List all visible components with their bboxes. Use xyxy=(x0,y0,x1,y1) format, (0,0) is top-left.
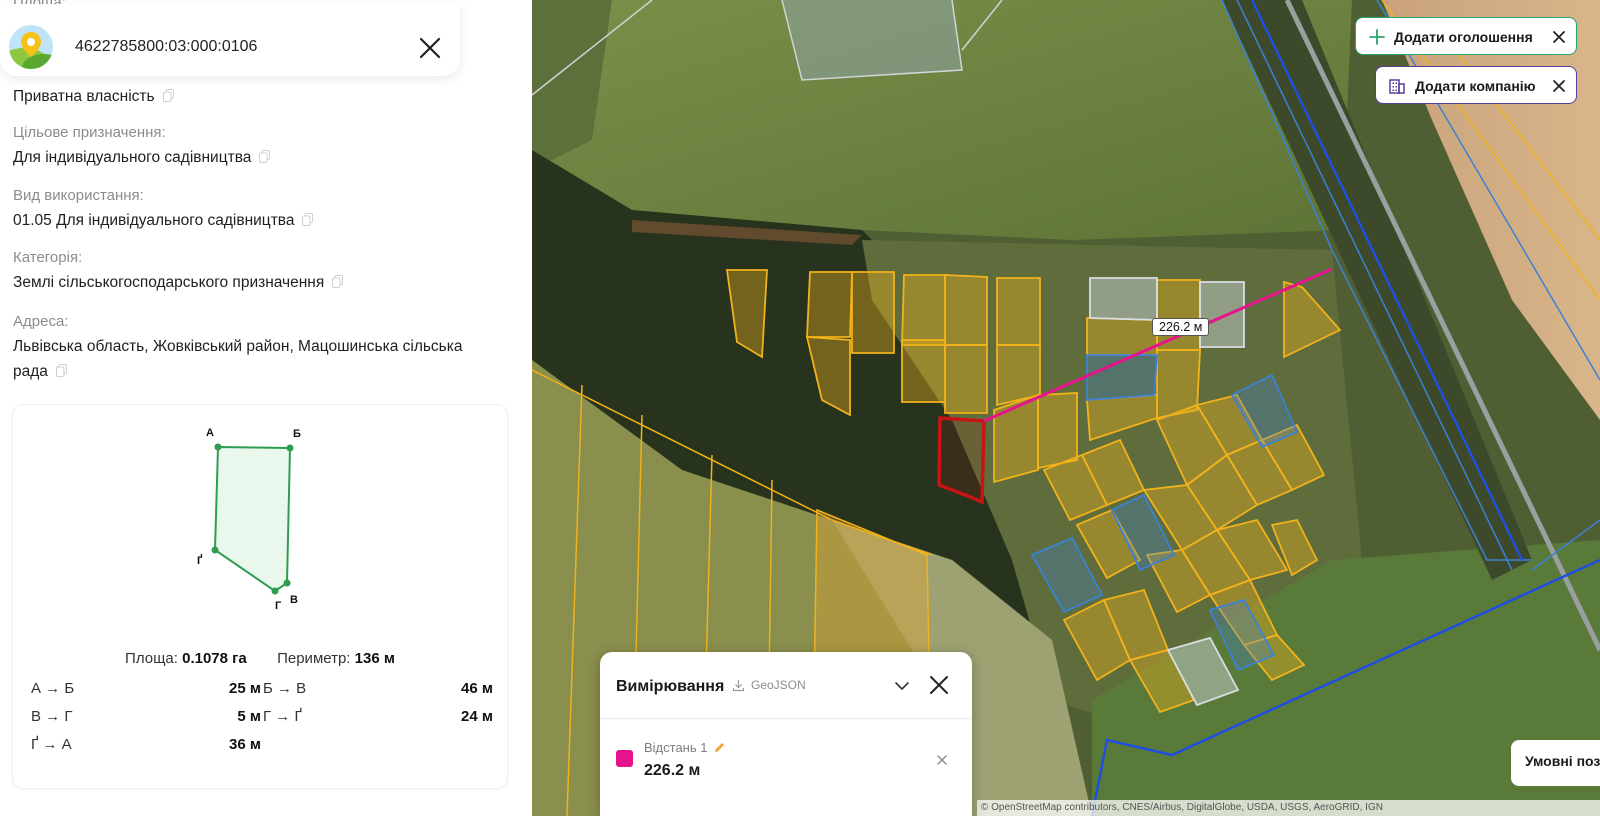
pencil-icon[interactable] xyxy=(713,741,726,754)
edge-row: В → Г 5 м xyxy=(31,708,261,725)
address-field: Адреса: Львівська область, Жовківський р… xyxy=(13,313,463,384)
purpose-field: Цільове призначення: Для індивідуального… xyxy=(13,124,271,170)
edge-label: В → Г xyxy=(31,708,73,725)
vertex-dot xyxy=(283,579,291,587)
add-listing-label: Додати оголошення xyxy=(1394,29,1533,45)
ownership-value: Приватна власність xyxy=(13,88,155,105)
legend-button[interactable]: Умовні поз xyxy=(1511,740,1600,786)
vertex-dot xyxy=(286,444,294,452)
vertex-dot xyxy=(271,587,279,595)
copy-icon[interactable] xyxy=(332,275,344,288)
area-label: Площа: xyxy=(125,650,178,667)
chevron-down-icon[interactable] xyxy=(892,678,912,694)
selected-parcel[interactable] xyxy=(937,416,986,505)
building-icon xyxy=(1389,79,1405,94)
copy-icon[interactable] xyxy=(302,213,314,226)
measurement-item-value: 226.2 м xyxy=(644,762,701,779)
map-pin-logo-icon xyxy=(9,25,53,69)
perimeter-label: Периметр: xyxy=(277,650,351,667)
purpose-label: Цільове призначення: xyxy=(13,124,166,141)
parcel-header-card: 4622785800:03:000:0106 xyxy=(0,4,460,76)
vertex-label-b: Б xyxy=(293,428,301,440)
measurement-title: Вимірювання xyxy=(616,678,725,695)
edge-label: Б → В xyxy=(263,680,307,697)
close-icon[interactable] xyxy=(1552,30,1566,44)
vertex-dot xyxy=(211,546,219,554)
category-value: Землі сільськогосподарського призначення xyxy=(13,274,325,291)
edge-row: Г → Ґ 24 м xyxy=(263,708,493,725)
satellite-map[interactable]: 226.2 м Додати оголошення Додати компані… xyxy=(532,0,1600,816)
distance-badge: 226.2 м xyxy=(1152,318,1210,336)
plus-icon xyxy=(1369,29,1385,45)
copy-icon[interactable] xyxy=(162,89,174,102)
geojson-download-link[interactable]: GeoJSON xyxy=(732,678,806,692)
address-line-2: рада xyxy=(13,363,48,380)
parcel-polygon xyxy=(213,445,292,593)
vertex-dot xyxy=(214,443,222,451)
add-company-label: Додати компанію xyxy=(1415,78,1536,94)
parcel-info-panel: Площа: Приватна власність Цільове призна… xyxy=(0,0,532,816)
edge-value: 5 м xyxy=(237,708,261,725)
edge-value: 36 м xyxy=(229,736,261,753)
address-label: Адреса: xyxy=(13,313,69,330)
edge-label: Ґ → А xyxy=(31,736,72,753)
copy-icon[interactable] xyxy=(55,364,67,377)
map-attribution: © OpenStreetMap contributors, CNES/Airbu… xyxy=(977,800,1600,816)
measurement-panel: Вимірювання GeoJSON Відстань 1 226.2 м xyxy=(600,652,972,816)
close-icon[interactable] xyxy=(416,34,444,62)
edge-row: А → Б 25 м xyxy=(31,680,261,697)
perimeter-value: 136 м xyxy=(354,650,395,667)
parcel-shape-card: А Б В Г Ґ Площа: 0.1078 га Периметр: 136… xyxy=(13,405,507,788)
address-line-1: Львівська область, Жовківський район, Ма… xyxy=(13,338,463,355)
terrain xyxy=(782,0,962,80)
remove-icon[interactable] xyxy=(936,754,948,766)
parcel-shape-diagram: А Б В Г Ґ xyxy=(197,427,301,612)
edge-value: 24 м xyxy=(461,708,493,725)
close-icon[interactable] xyxy=(1552,79,1566,93)
measurement-item-label: Відстань 1 xyxy=(644,740,708,755)
cadastral-number: 4622785800:03:000:0106 xyxy=(75,38,258,55)
geojson-label: GeoJSON xyxy=(751,678,806,692)
divider xyxy=(600,718,972,719)
close-icon[interactable] xyxy=(928,674,950,696)
category-field: Категорія: Землі сільськогосподарського … xyxy=(13,249,344,295)
edge-row: Б → В 46 м xyxy=(263,680,493,697)
vertex-label-h: Г xyxy=(275,600,282,612)
purpose-value: Для індивідуального садівництва xyxy=(13,149,252,166)
edge-label: Г → Ґ xyxy=(263,708,302,725)
usage-field: Вид використання: 01.05 Для індивідуальн… xyxy=(13,187,314,233)
vertex-label-v: В xyxy=(290,594,298,606)
edge-value: 46 м xyxy=(461,680,493,697)
category-label: Категорія: xyxy=(13,249,83,266)
usage-label: Вид використання: xyxy=(13,187,144,204)
add-company-button[interactable]: Додати компанію xyxy=(1375,66,1577,104)
edge-label: А → Б xyxy=(31,680,75,697)
vertex-label-g: Ґ xyxy=(197,554,203,567)
vertex-label-a: А xyxy=(206,427,214,439)
download-icon xyxy=(732,679,745,691)
usage-value: 01.05 Для індивідуального садівництва xyxy=(13,212,295,229)
measure-color-swatch xyxy=(616,750,633,767)
ownership-field: Приватна власність xyxy=(13,84,174,109)
edge-value: 25 м xyxy=(229,680,261,697)
edge-row: Ґ → А 36 м xyxy=(31,736,261,753)
add-listing-button[interactable]: Додати оголошення xyxy=(1355,17,1577,55)
copy-icon[interactable] xyxy=(259,150,271,163)
area-value: 0.1078 га xyxy=(182,650,247,667)
measurement-item-name: Відстань 1 xyxy=(644,740,726,755)
shape-stats: Площа: 0.1078 га Периметр: 136 м xyxy=(13,650,507,667)
